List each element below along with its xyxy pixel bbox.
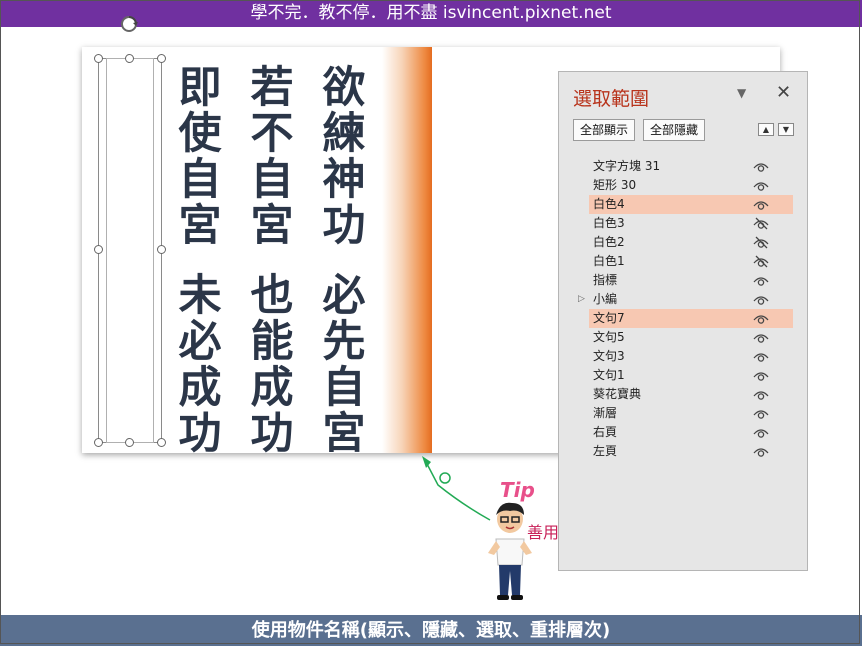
column-1-top: 欲練神功 bbox=[322, 63, 366, 251]
visibility-eye-icon[interactable] bbox=[753, 407, 769, 420]
object-list-item[interactable]: 白色3 bbox=[589, 214, 793, 233]
object-list-item[interactable]: 葵花寶典 bbox=[589, 385, 793, 404]
object-name-label[interactable]: 文句1 bbox=[593, 366, 625, 385]
selection-inner-outline bbox=[106, 58, 154, 443]
visibility-eye-icon[interactable] bbox=[753, 198, 769, 211]
object-list-item[interactable]: 矩形 30 bbox=[589, 176, 793, 195]
show-all-button[interactable]: 全部顯示 bbox=[573, 119, 636, 141]
column-3-bottom: 未必成功 bbox=[178, 271, 222, 459]
object-list-item[interactable]: 左頁 bbox=[589, 442, 793, 461]
visibility-eye-icon[interactable] bbox=[753, 331, 769, 344]
object-name-label[interactable]: 白色3 bbox=[593, 214, 625, 233]
object-name-label[interactable]: 漸層 bbox=[593, 404, 617, 423]
object-name-label[interactable]: 文句3 bbox=[593, 347, 625, 366]
object-list-item[interactable]: ▷ 小編 bbox=[578, 290, 793, 309]
object-name-label[interactable]: 文字方塊 31 bbox=[593, 157, 660, 176]
text-column-2[interactable]: 若不自宮 也能成功 bbox=[248, 65, 296, 457]
object-list-item[interactable]: 文字方塊 31 bbox=[589, 157, 793, 176]
object-list-item[interactable]: 文句7 bbox=[589, 309, 793, 328]
hidden-eye-icon[interactable] bbox=[753, 255, 769, 268]
object-name-label[interactable]: 白色1 bbox=[593, 252, 625, 271]
text-column-1[interactable]: 欲練神功 必先自宮 bbox=[320, 65, 368, 457]
text-column-3[interactable]: 即使自宮 未必成功 bbox=[176, 65, 224, 457]
resize-handle-r[interactable] bbox=[157, 245, 166, 254]
resize-handle-br[interactable] bbox=[157, 438, 166, 447]
object-name-label[interactable]: 文句7 bbox=[593, 309, 625, 328]
column-3-top: 即使自宮 bbox=[178, 63, 222, 251]
object-list-item[interactable]: 白色4 bbox=[589, 195, 793, 214]
hide-all-button[interactable]: 全部隱藏 bbox=[643, 119, 706, 141]
object-name-label[interactable]: 白色4 bbox=[593, 195, 625, 214]
hidden-eye-icon[interactable] bbox=[753, 217, 769, 230]
resize-handle-l[interactable] bbox=[94, 245, 103, 254]
pane-options-dropdown-icon[interactable]: ▼ bbox=[737, 86, 746, 100]
resize-handle-t[interactable] bbox=[125, 54, 134, 63]
pane-close-icon[interactable]: ✕ bbox=[776, 82, 791, 103]
object-list-item[interactable]: 白色1 bbox=[589, 252, 793, 271]
mascot-character-icon bbox=[488, 502, 532, 600]
object-name-label[interactable]: 右頁 bbox=[593, 423, 617, 442]
object-name-label[interactable]: 指標 bbox=[593, 271, 617, 290]
object-name-label[interactable]: 小編 bbox=[593, 290, 617, 309]
object-list-item[interactable]: 右頁 bbox=[589, 423, 793, 442]
object-name-label[interactable]: 白色2 bbox=[593, 233, 625, 252]
visibility-eye-icon[interactable] bbox=[753, 160, 769, 173]
object-name-label[interactable]: 左頁 bbox=[593, 442, 617, 461]
visibility-eye-icon[interactable] bbox=[753, 350, 769, 363]
visibility-eye-icon[interactable] bbox=[753, 179, 769, 192]
object-list-item[interactable]: 漸層 bbox=[589, 404, 793, 423]
resize-handle-b[interactable] bbox=[125, 438, 134, 447]
visibility-eye-icon[interactable] bbox=[753, 293, 769, 306]
resize-handle-tr[interactable] bbox=[157, 54, 166, 63]
object-name-label[interactable]: 矩形 30 bbox=[593, 176, 636, 195]
gradient-spine[interactable] bbox=[382, 47, 432, 453]
expand-group-icon[interactable]: ▷ bbox=[578, 290, 585, 309]
object-list-item[interactable]: 文句3 bbox=[589, 347, 793, 366]
footer-caption: 使用物件名稱(顯示、隱藏、選取、重排層次) bbox=[0, 615, 862, 646]
visibility-eye-icon[interactable] bbox=[753, 388, 769, 401]
bring-forward-icon[interactable]: ▲ bbox=[758, 123, 774, 136]
hidden-eye-icon[interactable] bbox=[753, 236, 769, 249]
send-backward-icon[interactable]: ▼ bbox=[778, 123, 794, 136]
resize-handle-bl[interactable] bbox=[94, 438, 103, 447]
rotate-handle-icon[interactable] bbox=[119, 14, 139, 34]
selection-pane[interactable]: 選取範圍 ▼ ✕ 全部顯示 全部隱藏 ▲ ▼ 文字方塊 31 矩形 30 白色4 白色… bbox=[558, 71, 808, 571]
visibility-eye-icon[interactable] bbox=[753, 369, 769, 382]
object-name-label[interactable]: 葵花寶典 bbox=[593, 385, 641, 404]
column-1-bottom: 必先自宮 bbox=[322, 271, 366, 459]
selection-pane-title: 選取範圍 bbox=[573, 88, 650, 110]
visibility-eye-icon[interactable] bbox=[753, 445, 769, 458]
column-2-top: 若不自宮 bbox=[250, 63, 294, 251]
resize-handle-tl[interactable] bbox=[94, 54, 103, 63]
object-list-item[interactable]: 指標 bbox=[589, 271, 793, 290]
object-list-item[interactable]: 文句5 bbox=[589, 328, 793, 347]
object-name-label[interactable]: 文句5 bbox=[593, 328, 625, 347]
object-list-item[interactable]: 文句1 bbox=[589, 366, 793, 385]
object-list-item[interactable]: 白色2 bbox=[589, 233, 793, 252]
column-2-bottom: 也能成功 bbox=[250, 271, 294, 459]
visibility-eye-icon[interactable] bbox=[753, 426, 769, 439]
visibility-eye-icon[interactable] bbox=[753, 274, 769, 287]
visibility-eye-icon[interactable] bbox=[753, 312, 769, 325]
